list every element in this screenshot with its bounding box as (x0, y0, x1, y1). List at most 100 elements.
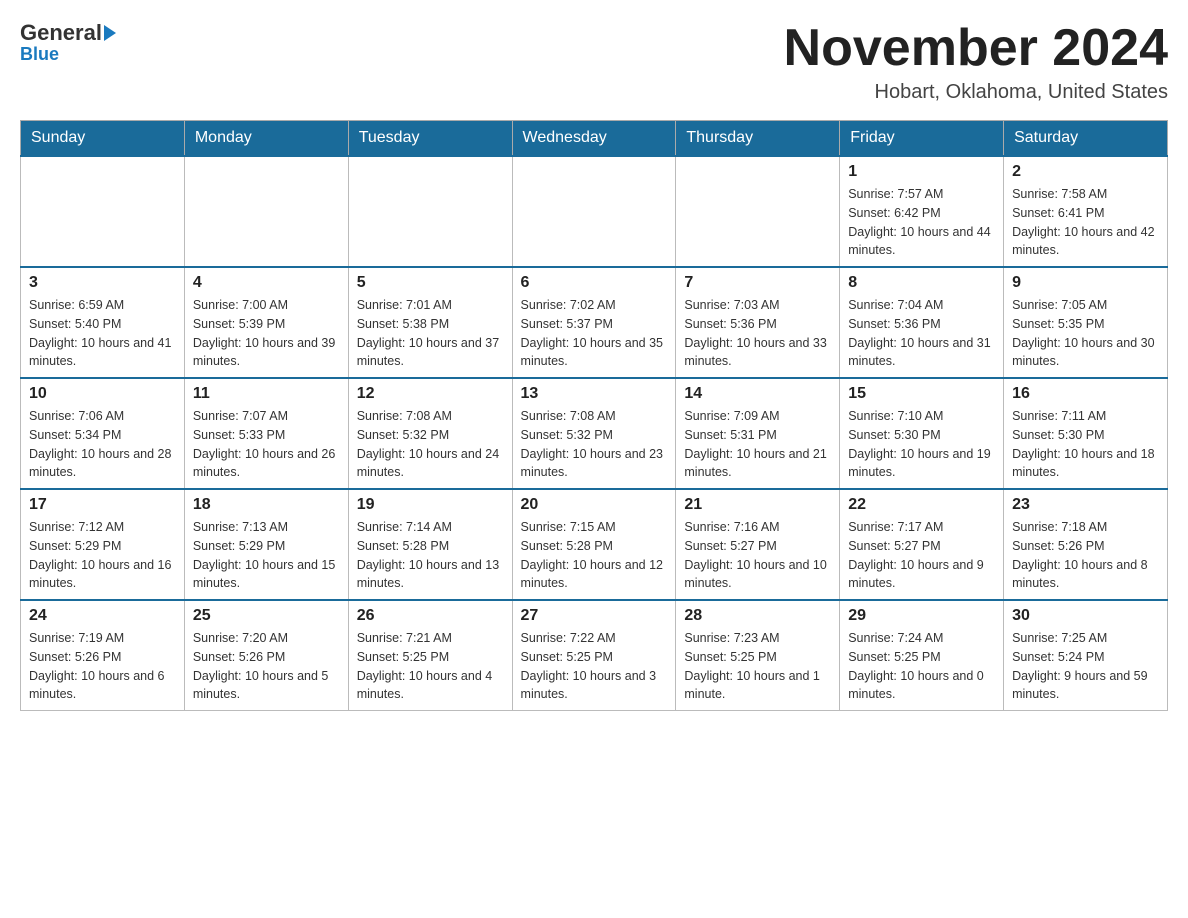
day-number: 26 (357, 607, 504, 625)
day-number: 5 (357, 274, 504, 292)
day-info: Sunrise: 7:01 AMSunset: 5:38 PMDaylight:… (357, 296, 504, 371)
calendar-cell: 16Sunrise: 7:11 AMSunset: 5:30 PMDayligh… (1004, 378, 1168, 489)
calendar-cell: 17 Sunrise: 7:12 AMSunset: 5:29 PMDayligh… (21, 489, 185, 600)
day-info: Sunrise: 7:05 AMSunset: 5:35 PMDaylight:… (1012, 296, 1159, 371)
calendar-cell: 23 Sunrise: 7:18 AMSunset: 5:26 PMDayligh… (1004, 489, 1168, 600)
day-info: Sunrise: 7:20 AMSunset: 5:26 PMDaylight:… (193, 629, 340, 704)
day-number: 13 (521, 385, 668, 403)
calendar-cell: 24 Sunrise: 7:19 AMSunset: 5:26 PMDayligh… (21, 600, 185, 711)
calendar-cell (21, 156, 185, 267)
calendar-title: November 2024 (784, 20, 1168, 77)
calendar-cell: 6Sunrise: 7:02 AMSunset: 5:37 PMDaylight… (512, 267, 676, 378)
header-thursday: Thursday (676, 121, 840, 157)
day-info: Sunrise: 7:03 AMSunset: 5:36 PMDaylight:… (684, 296, 831, 371)
day-info: Sunrise: 7:25 AMSunset: 5:24 PMDaylight:… (1012, 629, 1159, 704)
day-number: 18 (193, 496, 340, 514)
calendar-cell (184, 156, 348, 267)
calendar-cell: 18Sunrise: 7:13 AMSunset: 5:29 PMDayligh… (184, 489, 348, 600)
calendar-cell: 4Sunrise: 7:00 AMSunset: 5:39 PMDaylight… (184, 267, 348, 378)
day-info: Sunrise: 7:09 AMSunset: 5:31 PMDaylight:… (684, 407, 831, 482)
day-info: Sunrise: 7:11 AMSunset: 5:30 PMDaylight:… (1012, 407, 1159, 482)
day-info: Sunrise: 7:23 AMSunset: 5:25 PMDaylight:… (684, 629, 831, 704)
logo-area: General Blue (20, 20, 118, 65)
calendar-cell: 26 Sunrise: 7:21 AMSunset: 5:25 PMDayligh… (348, 600, 512, 711)
day-info: Sunrise: 7:08 AMSunset: 5:32 PMDaylight:… (521, 407, 668, 482)
day-info: Sunrise: 7:14 AMSunset: 5:28 PMDaylight:… (357, 518, 504, 593)
calendar-cell: 1Sunrise: 7:57 AMSunset: 6:42 PMDaylight… (840, 156, 1004, 267)
day-number: 7 (684, 274, 831, 292)
title-area: November 2024 Hobart, Oklahoma, United S… (784, 20, 1168, 104)
day-info: Sunrise: 7:19 AMSunset: 5:26 PMDaylight:… (29, 629, 176, 704)
day-number: 21 (684, 496, 831, 514)
calendar-cell: 2 Sunrise: 7:58 AMSunset: 6:41 PMDaylight… (1004, 156, 1168, 267)
calendar-cell: 12 Sunrise: 7:08 AMSunset: 5:32 PMDayligh… (348, 378, 512, 489)
day-info: Sunrise: 7:21 AMSunset: 5:25 PMDaylight:… (357, 629, 504, 704)
header-tuesday: Tuesday (348, 121, 512, 157)
day-info: Sunrise: 7:16 AMSunset: 5:27 PMDaylight:… (684, 518, 831, 593)
day-number: 24 (29, 607, 176, 625)
calendar-cell (348, 156, 512, 267)
calendar-cell: 13 Sunrise: 7:08 AMSunset: 5:32 PMDayligh… (512, 378, 676, 489)
day-info: Sunrise: 7:00 AMSunset: 5:39 PMDaylight:… (193, 296, 340, 371)
header-monday: Monday (184, 121, 348, 157)
day-info: Sunrise: 7:22 AMSunset: 5:25 PMDaylight:… (521, 629, 668, 704)
day-info: Sunrise: 7:12 AMSunset: 5:29 PMDaylight:… (29, 518, 176, 593)
day-number: 10 (29, 385, 176, 403)
logo-general: General (20, 20, 102, 46)
logo-triangle-icon (104, 25, 116, 41)
calendar-cell: 15Sunrise: 7:10 AMSunset: 5:30 PMDayligh… (840, 378, 1004, 489)
week-row-5: 24 Sunrise: 7:19 AMSunset: 5:26 PMDayligh… (21, 600, 1168, 711)
week-row-3: 10 Sunrise: 7:06 AMSunset: 5:34 PMDayligh… (21, 378, 1168, 489)
day-number: 22 (848, 496, 995, 514)
day-info: Sunrise: 7:15 AMSunset: 5:28 PMDaylight:… (521, 518, 668, 593)
calendar-cell: 29 Sunrise: 7:24 AMSunset: 5:25 PMDayligh… (840, 600, 1004, 711)
day-number: 6 (521, 274, 668, 292)
calendar-cell: 27Sunrise: 7:22 AMSunset: 5:25 PMDayligh… (512, 600, 676, 711)
day-number: 19 (357, 496, 504, 514)
calendar-cell: 21 Sunrise: 7:16 AMSunset: 5:27 PMDayligh… (676, 489, 840, 600)
day-number: 28 (684, 607, 831, 625)
calendar-cell (676, 156, 840, 267)
calendar-cell: 30 Sunrise: 7:25 AMSunset: 5:24 PMDayligh… (1004, 600, 1168, 711)
day-number: 29 (848, 607, 995, 625)
calendar-cell: 5 Sunrise: 7:01 AMSunset: 5:38 PMDaylight… (348, 267, 512, 378)
header-friday: Friday (840, 121, 1004, 157)
calendar-header-row: Sunday Monday Tuesday Wednesday Thursday… (21, 121, 1168, 157)
calendar-table: Sunday Monday Tuesday Wednesday Thursday… (20, 120, 1168, 711)
week-row-1: 1Sunrise: 7:57 AMSunset: 6:42 PMDaylight… (21, 156, 1168, 267)
day-number: 9 (1012, 274, 1159, 292)
week-row-2: 3Sunrise: 6:59 AMSunset: 5:40 PMDaylight… (21, 267, 1168, 378)
day-number: 17 (29, 496, 176, 514)
day-info: Sunrise: 7:10 AMSunset: 5:30 PMDaylight:… (848, 407, 995, 482)
header-wednesday: Wednesday (512, 121, 676, 157)
day-number: 12 (357, 385, 504, 403)
day-info: Sunrise: 7:57 AMSunset: 6:42 PMDaylight:… (848, 185, 995, 260)
day-info: Sunrise: 7:08 AMSunset: 5:32 PMDaylight:… (357, 407, 504, 482)
calendar-cell: 14 Sunrise: 7:09 AMSunset: 5:31 PMDayligh… (676, 378, 840, 489)
calendar-cell: 8 Sunrise: 7:04 AMSunset: 5:36 PMDaylight… (840, 267, 1004, 378)
day-number: 25 (193, 607, 340, 625)
header-sunday: Sunday (21, 121, 185, 157)
day-number: 3 (29, 274, 176, 292)
day-number: 11 (193, 385, 340, 403)
day-info: Sunrise: 7:24 AMSunset: 5:25 PMDaylight:… (848, 629, 995, 704)
logo: General (20, 20, 118, 46)
calendar-cell: 25 Sunrise: 7:20 AMSunset: 5:26 PMDayligh… (184, 600, 348, 711)
day-info: Sunrise: 7:18 AMSunset: 5:26 PMDaylight:… (1012, 518, 1159, 593)
day-info: Sunrise: 7:06 AMSunset: 5:34 PMDaylight:… (29, 407, 176, 482)
day-info: Sunrise: 7:04 AMSunset: 5:36 PMDaylight:… (848, 296, 995, 371)
day-info: Sunrise: 7:07 AMSunset: 5:33 PMDaylight:… (193, 407, 340, 482)
calendar-cell: 20Sunrise: 7:15 AMSunset: 5:28 PMDayligh… (512, 489, 676, 600)
calendar-cell: 28 Sunrise: 7:23 AMSunset: 5:25 PMDayligh… (676, 600, 840, 711)
day-number: 14 (684, 385, 831, 403)
calendar-cell: 7 Sunrise: 7:03 AMSunset: 5:36 PMDaylight… (676, 267, 840, 378)
day-number: 8 (848, 274, 995, 292)
calendar-cell (512, 156, 676, 267)
day-info: Sunrise: 7:58 AMSunset: 6:41 PMDaylight:… (1012, 185, 1159, 260)
header-saturday: Saturday (1004, 121, 1168, 157)
day-number: 2 (1012, 163, 1159, 181)
location-subtitle: Hobart, Oklahoma, United States (784, 81, 1168, 104)
day-number: 23 (1012, 496, 1159, 514)
day-number: 30 (1012, 607, 1159, 625)
calendar-cell: 19 Sunrise: 7:14 AMSunset: 5:28 PMDayligh… (348, 489, 512, 600)
